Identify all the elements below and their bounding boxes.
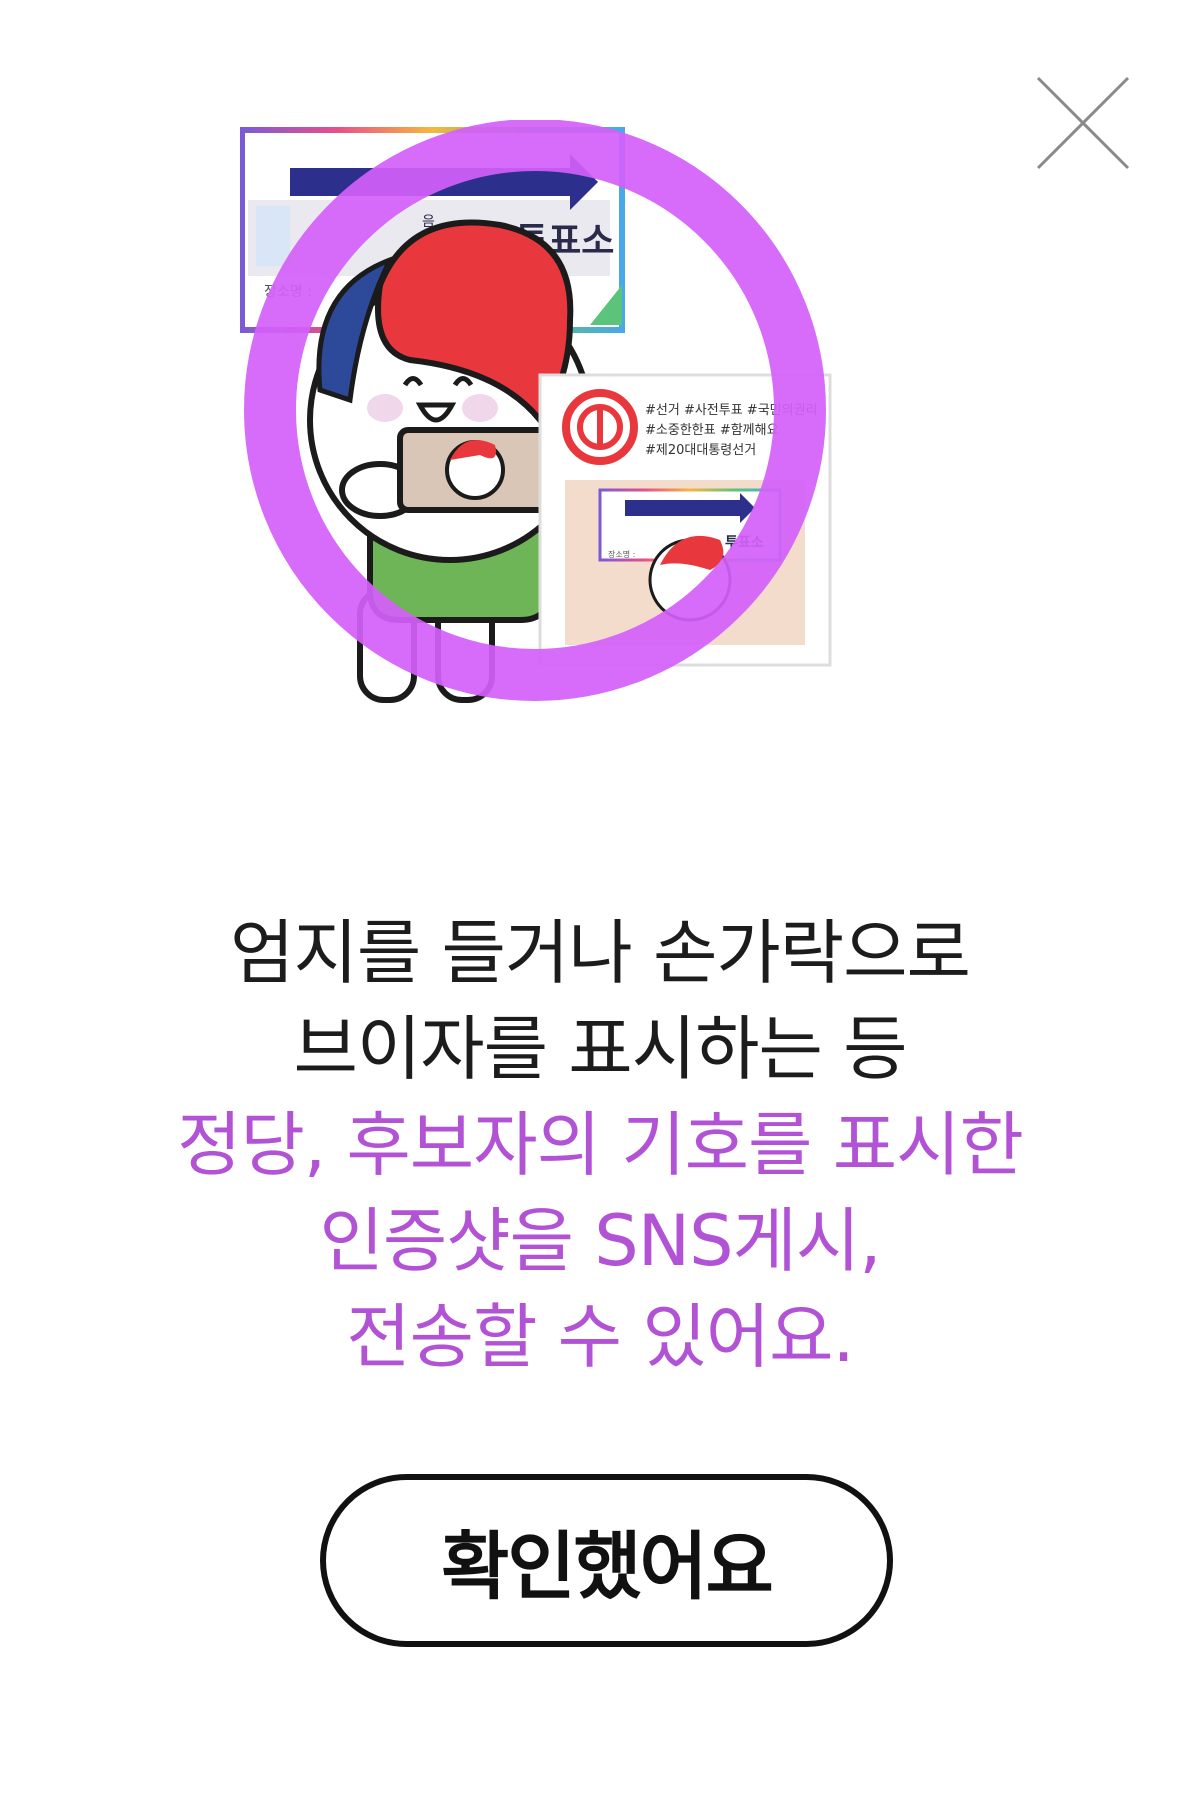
notice-line-2: 브이자를 표시하는 등 <box>293 1008 907 1090</box>
confirm-button[interactable]: 확인했어요 <box>320 1474 893 1647</box>
mini-place-label: 장소명 : <box>608 549 635 559</box>
hashtag-line-3: #제20대대통령선거 <box>645 443 756 458</box>
notice-message: 엄지를 들거나 손가락으로 브이자를 표시하는 등 정당, 후보자의 기호를 표… <box>0 905 1200 1385</box>
notice-line-4: 인증샷을 SNS게시, <box>319 1200 881 1282</box>
notice-line-5: 전송할 수 있어요. <box>346 1296 855 1378</box>
notice-line-1: 엄지를 들거나 손가락으로 <box>230 912 971 994</box>
illustration: 음 투표소 장소명 : #선거 #사전투표 #국민의권리 #소중한한표 #함께해… <box>239 119 960 820</box>
close-button[interactable] <box>1020 70 1130 180</box>
notice-line-3: 정당, 후보자의 기호를 표시한 <box>177 1104 1024 1186</box>
close-icon <box>1036 76 1130 170</box>
hashtag-line-2: #소중한한표 #함께해요 <box>645 423 779 438</box>
